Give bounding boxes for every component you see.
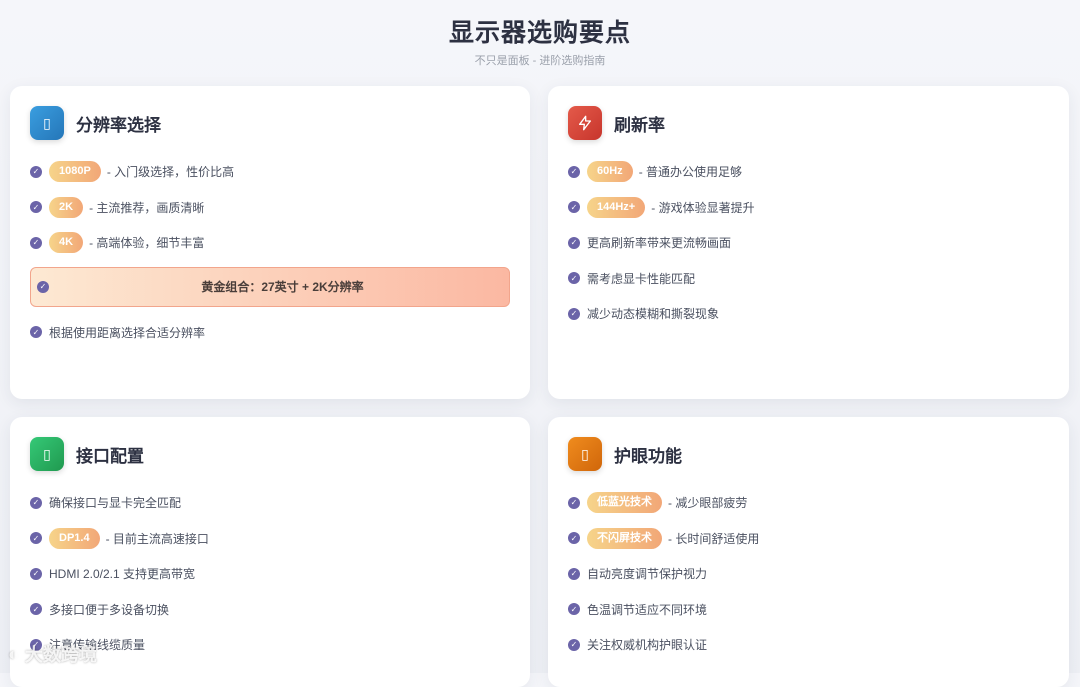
check-icon: ✓ <box>568 603 580 616</box>
tag-badge: 1080P <box>49 161 101 183</box>
highlight-box: ✓ 黄金组合：27英寸 + 2K分辨率 <box>30 266 510 307</box>
check-icon: ✓ <box>568 236 580 249</box>
check-icon: ✓ <box>30 603 42 616</box>
check-icon: ✓ <box>30 201 42 214</box>
check-icon: ✓ <box>568 567 580 580</box>
check-icon: ✓ <box>568 496 580 509</box>
watermark: ◐ 大数跨境 <box>8 643 97 666</box>
check-icon: ✓ <box>568 201 580 214</box>
check-icon: ✓ <box>568 638 580 651</box>
check-icon: ✓ <box>568 165 580 178</box>
eyecare-card: ▯ 护眼功能 ✓ 低蓝光技术 - 减少眼部疲劳 ✓ 不闪屏技术 - 长时间舒适使… <box>548 417 1069 687</box>
tag-badge: 低蓝光技术 <box>587 492 662 514</box>
list-item: ✓ 需考虑显卡性能匹配 <box>568 261 1069 297</box>
list-item: ✓ 2K - 主流推荐，画质清晰 <box>30 190 530 226</box>
list-item: ✓ 根据使用距离选择合适分辨率 <box>30 315 530 351</box>
check-icon: ✓ <box>568 272 580 285</box>
tag-badge: 不闪屏技术 <box>587 527 662 549</box>
ports-title: 接口配置 <box>76 446 144 466</box>
list-item: ✓ 自动亮度调节保护视力 <box>568 556 1069 592</box>
resolution-card: ▯ 分辨率选择 ✓ 1080P - 入门级选择，性价比高 ✓ 2K - 主流推荐… <box>10 86 530 399</box>
check-icon: ✓ <box>30 326 42 339</box>
page-title: 显示器选购要点 <box>448 19 631 47</box>
tag-badge: 2K <box>49 196 84 218</box>
monitor-icon: ▯ <box>30 106 64 140</box>
tag-badge: 60Hz <box>587 161 633 183</box>
check-icon: ✓ <box>568 307 580 320</box>
list-item: ✓ 144Hz+ - 游戏体验显著提升 <box>568 190 1069 226</box>
list-item: ✓ DP1.4 - 目前主流高速接口 <box>30 521 530 557</box>
list-item: ✓ 1080P - 入门级选择，性价比高 <box>30 154 530 190</box>
list-item: ✓ HDMI 2.0/2.1 支持更高带宽 <box>30 556 530 592</box>
list-item: ✓ 减少动态模糊和撕裂现象 <box>568 296 1069 332</box>
list-item: ✓ 不闪屏技术 - 长时间舒适使用 <box>568 521 1069 557</box>
check-icon: ✓ <box>568 532 580 545</box>
check-icon: ✓ <box>30 532 42 545</box>
lightning-icon <box>568 106 602 140</box>
page-subtitle: 不只是面板 - 进阶选购指南 <box>474 55 606 67</box>
resolution-title: 分辨率选择 <box>76 115 161 135</box>
list-item: ✓ 关注权威机构护眼认证 <box>568 627 1069 663</box>
tag-badge: DP1.4 <box>49 527 100 549</box>
check-icon: ✓ <box>30 236 42 249</box>
list-item: ✓ 确保接口与显卡完全匹配 <box>30 485 530 521</box>
eye-icon: ▯ <box>568 437 602 471</box>
highlight-text: 黄金组合：27英寸 + 2K分辨率 <box>201 280 364 294</box>
tag-badge: 144Hz+ <box>587 196 646 218</box>
port-icon: ▯ <box>30 437 64 471</box>
list-item: ✓ 低蓝光技术 - 减少眼部疲劳 <box>568 485 1069 521</box>
list-item: ✓ 60Hz - 普通办公使用足够 <box>568 154 1069 190</box>
refresh-card: 刷新率 ✓ 60Hz - 普通办公使用足够 ✓ 144Hz+ - 游戏体验显著提… <box>548 86 1069 399</box>
watermark-logo-icon: ◐ <box>8 643 19 664</box>
list-item: ✓ 注意传输线缆质量 <box>30 627 530 663</box>
tag-badge: 4K <box>49 232 84 254</box>
check-icon: ✓ <box>37 280 49 293</box>
check-icon: ✓ <box>30 496 42 509</box>
refresh-title: 刷新率 <box>614 115 665 135</box>
list-item: ✓ 色温调节适应不同环境 <box>568 592 1069 628</box>
check-icon: ✓ <box>30 165 42 178</box>
check-icon: ✓ <box>30 567 42 580</box>
list-item: ✓ 4K - 高端体验，细节丰富 <box>30 225 530 261</box>
list-item: ✓ 更高刷新率带来更流畅画面 <box>568 225 1069 261</box>
eyecare-title: 护眼功能 <box>614 446 682 466</box>
page-header: 显示器选购要点 不只是面板 - 进阶选购指南 <box>0 0 1080 68</box>
list-item: ✓ 多接口便于多设备切换 <box>30 592 530 628</box>
